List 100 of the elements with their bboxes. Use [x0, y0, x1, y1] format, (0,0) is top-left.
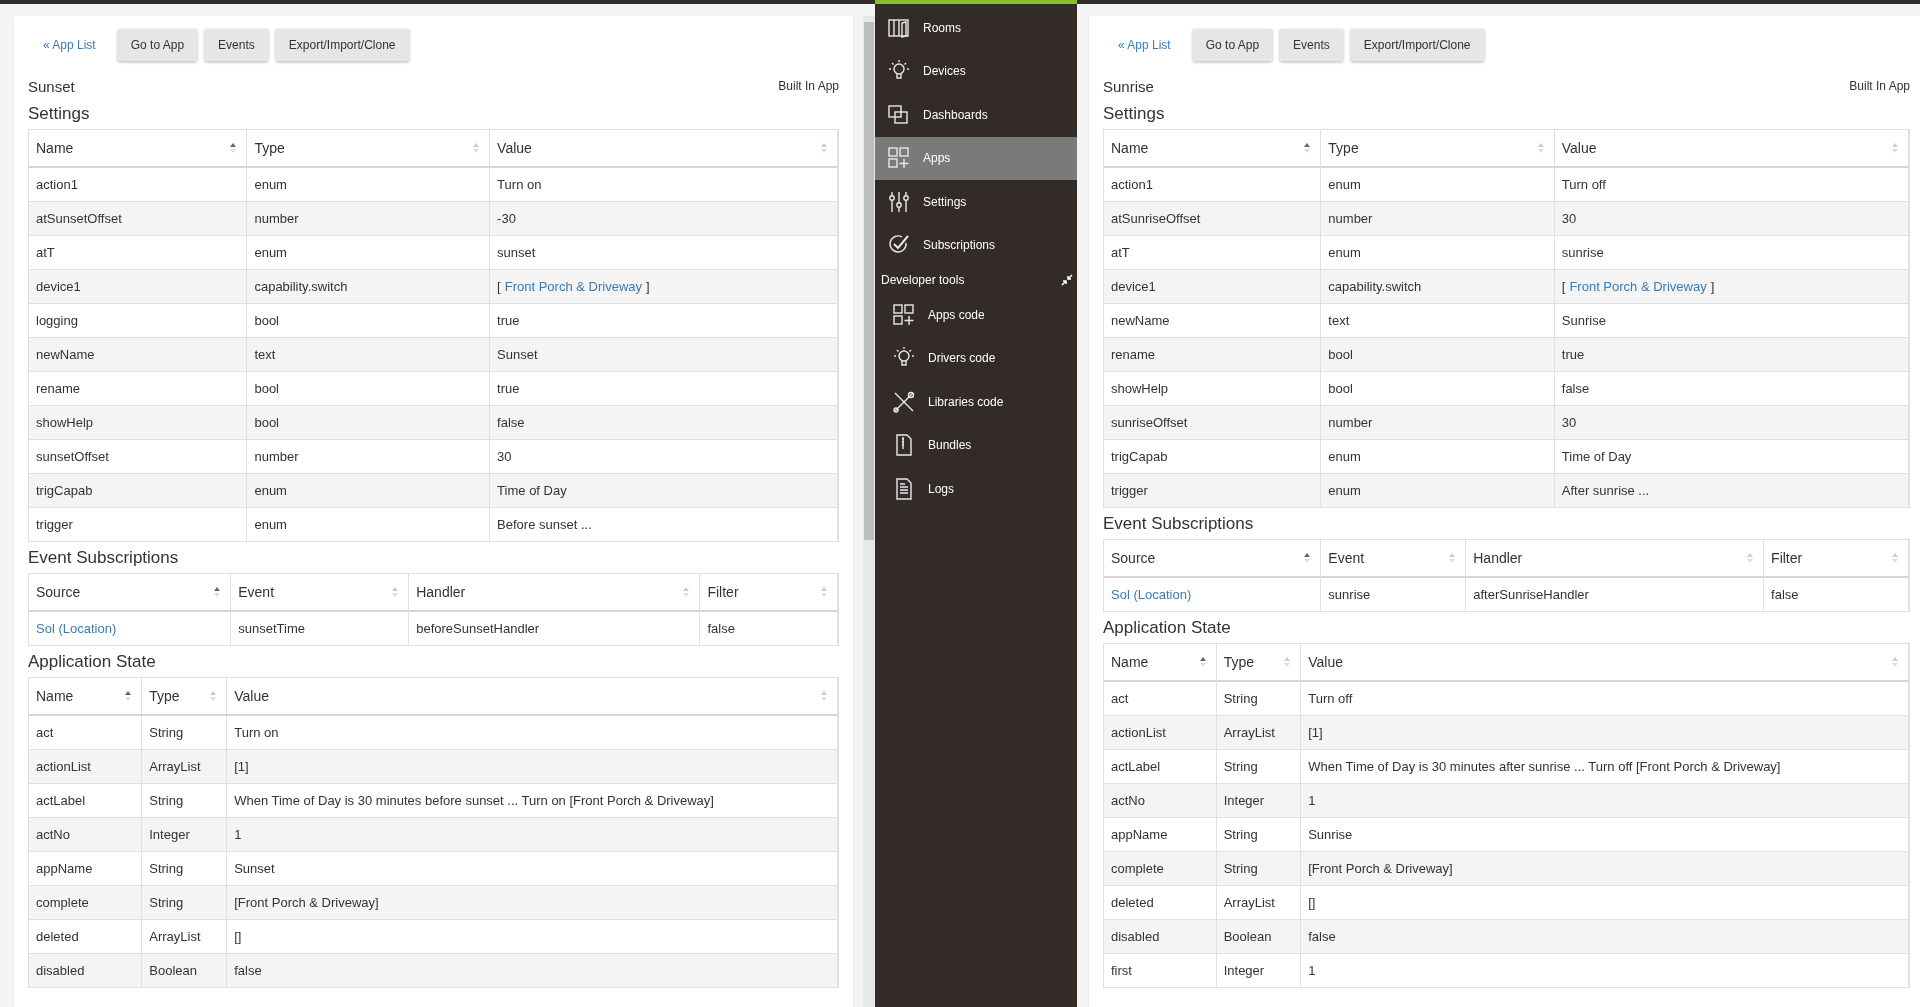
sliders-icon [887, 189, 911, 214]
column-header[interactable]: Type [1216, 644, 1302, 682]
table-cell: enum [1321, 474, 1555, 508]
sidebar-item[interactable]: Subscriptions [875, 223, 1077, 267]
nav-button[interactable]: Go to App [1192, 29, 1273, 61]
table-cell: Integer [1216, 784, 1302, 818]
column-header[interactable]: Source [1104, 540, 1322, 578]
table-cell: showHelp [29, 406, 248, 440]
nav-button[interactable]: Export/Import/Clone [1350, 29, 1484, 61]
device-link[interactable]: Front Porch & Driveway [504, 279, 642, 294]
nav-button[interactable]: Export/Import/Clone [275, 29, 409, 61]
sort-icon [820, 587, 827, 597]
table-cell: 1 [227, 818, 838, 852]
sort-icon [683, 587, 690, 597]
column-header[interactable]: Event [1321, 540, 1467, 578]
table-cell: trigger [29, 508, 248, 542]
sidebar-item[interactable]: Logs [875, 467, 1077, 511]
scrollbar[interactable] [863, 16, 875, 1007]
bracket: ] [1710, 279, 1715, 294]
sort-icon [392, 587, 399, 597]
sidebar-item[interactable]: Apps code [875, 293, 1077, 337]
column-header[interactable]: Name [29, 130, 248, 168]
sort-icon [1304, 143, 1311, 153]
sort-icon [1304, 553, 1311, 563]
table-cell: text [247, 338, 491, 372]
table-cell: bool [1321, 338, 1555, 372]
table-cell: actNo [29, 818, 143, 852]
device-link[interactable]: Front Porch & Driveway [1569, 279, 1707, 294]
table-cell: [1] [227, 750, 838, 784]
column-header[interactable]: Value [1554, 130, 1909, 168]
table-cell: device1 [1104, 270, 1322, 304]
table-cell: Integer [1216, 954, 1302, 988]
sidebar-item[interactable]: Bundles [875, 423, 1077, 467]
table-cell: disabled [1104, 920, 1217, 954]
column-header[interactable]: Name [1104, 644, 1217, 682]
column-header[interactable]: Name [29, 678, 143, 716]
sort-icon [1747, 553, 1754, 563]
sort-icon [1891, 657, 1898, 667]
grid-plus-icon [887, 146, 911, 171]
sidebar-item[interactable]: Drivers code [875, 336, 1077, 380]
sort-icon [210, 691, 217, 701]
column-header[interactable]: Source [29, 574, 232, 612]
sort-icon [1891, 143, 1898, 153]
sort-icon [214, 587, 221, 597]
nav-button[interactable]: Events [1280, 29, 1343, 61]
section-heading: Developer tools [881, 273, 965, 287]
section-heading: Application State [28, 652, 157, 672]
section-heading: Event Subscriptions [28, 548, 180, 568]
table-cell: first [1104, 954, 1217, 988]
column-header[interactable]: Value [227, 678, 838, 716]
table-cell: actionList [29, 750, 143, 784]
table-cell: actionList [1104, 716, 1217, 750]
column-header[interactable]: Filter [700, 574, 838, 612]
column-header[interactable]: Type [247, 130, 491, 168]
column-header[interactable]: Value [1301, 644, 1909, 682]
collapse-icon[interactable] [1061, 274, 1073, 286]
table-cell: number [247, 202, 491, 236]
app-name: Sunrise [1103, 77, 1154, 95]
table-cell: true [1554, 338, 1909, 372]
app-type-label: Built In App [778, 79, 839, 93]
table-cell: Boolean [142, 954, 228, 988]
section-heading: Settings [28, 104, 91, 124]
app-list-link[interactable]: « App List [28, 38, 110, 52]
table-cell: After sunrise ... [1554, 474, 1909, 508]
table-cell: beforeSunsetHandler [409, 612, 701, 646]
column-header[interactable]: Type [142, 678, 228, 716]
sort-icon [820, 691, 827, 701]
tools-icon [892, 389, 916, 414]
sidebar-item[interactable]: Settings [875, 180, 1077, 224]
source-link[interactable]: Sol (Location) [36, 621, 117, 636]
sort-icon [473, 143, 480, 153]
source-link[interactable]: Sol (Location) [1111, 587, 1192, 602]
column-header[interactable]: Event [231, 574, 410, 612]
table-cell: -30 [490, 202, 838, 236]
table-cell: [Front Porch & Driveway] [1301, 852, 1909, 886]
table-cell: 1 [1301, 784, 1909, 818]
bracket: [ [497, 279, 501, 294]
sort-icon [1537, 143, 1544, 153]
table-cell: 30 [1554, 406, 1909, 440]
nav-button[interactable]: Events [205, 29, 268, 61]
table-cell: trigCapab [29, 474, 248, 508]
table-cell: ArrayList [1216, 716, 1302, 750]
grid-plus-icon [892, 302, 916, 327]
sidebar-item[interactable]: Rooms [875, 6, 1077, 50]
sidebar-item[interactable]: Dashboards [875, 93, 1077, 137]
nav-button[interactable]: Go to App [117, 29, 198, 61]
table-cell: disabled [29, 954, 143, 988]
column-header[interactable]: Filter [1764, 540, 1909, 578]
sidebar-item[interactable]: Apps [875, 136, 1077, 180]
column-header[interactable]: Value [490, 130, 838, 168]
column-header[interactable]: Handler [409, 574, 701, 612]
sidebar-item[interactable]: Libraries code [875, 380, 1077, 424]
column-header[interactable]: Name [1104, 130, 1322, 168]
sidebar-item[interactable]: Devices [875, 49, 1077, 93]
table-cell: enum [247, 508, 491, 542]
table-cell: Time of Day [490, 474, 838, 508]
column-header[interactable]: Handler [1466, 540, 1765, 578]
app-list-link[interactable]: « App List [1103, 38, 1185, 52]
table-cell: newName [29, 338, 248, 372]
column-header[interactable]: Type [1321, 130, 1555, 168]
